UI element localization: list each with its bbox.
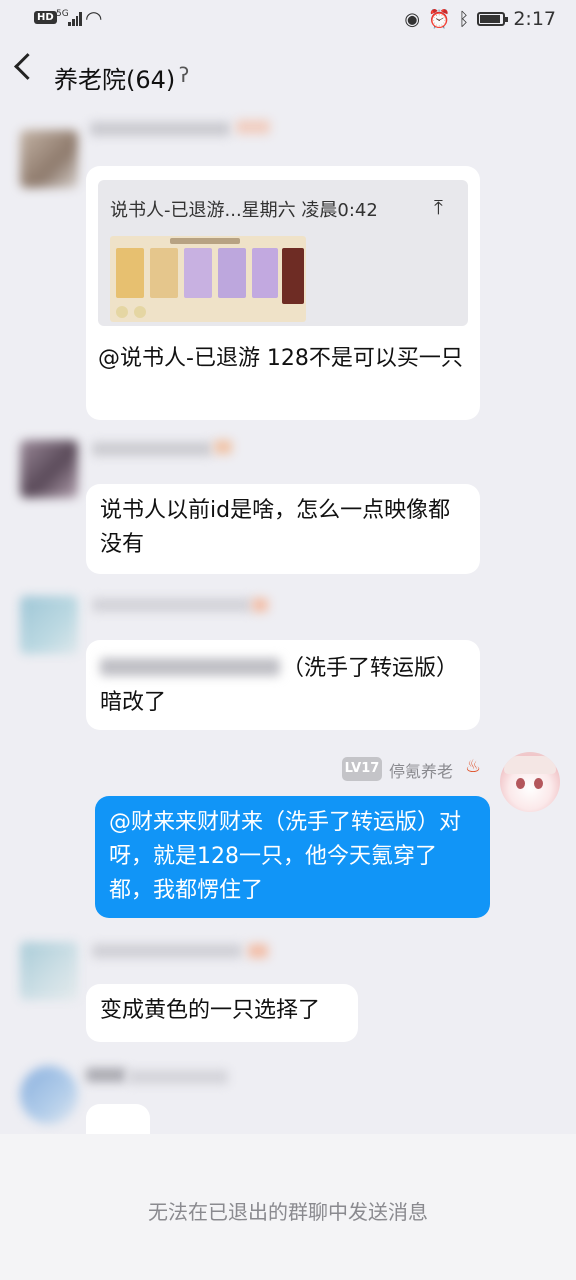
message-bubble[interactable]: 变成黄色的一只选择了 xyxy=(86,984,358,1042)
message-text: @说书人-已退游 128不是可以买一只 xyxy=(98,346,463,371)
avatar-eye xyxy=(534,778,543,789)
quoted-image[interactable] xyxy=(110,236,306,322)
eye-icon: ◉ xyxy=(404,8,421,30)
sender-badge xyxy=(214,440,232,454)
card-thumb xyxy=(184,248,212,298)
message-text-line2: 暗改了 xyxy=(100,690,167,715)
card-thumb xyxy=(282,248,304,304)
hd-badge: HD xyxy=(34,11,57,24)
coin-icon xyxy=(116,306,128,318)
arrow-up-icon[interactable]: ⤒ xyxy=(434,190,443,224)
sender-name xyxy=(92,442,212,456)
sender-badge xyxy=(236,120,270,134)
flame-icon: ♨ xyxy=(465,756,482,777)
sender-name xyxy=(90,122,230,136)
status-right: ◉ ⏰ ᛒ 2:17 xyxy=(404,8,556,30)
sender-badge xyxy=(248,944,268,958)
sender-name: 停氪养老 xyxy=(389,762,454,781)
avatar[interactable] xyxy=(20,130,78,188)
message-text: （洗手了转运版） xyxy=(282,656,459,681)
sender-badge xyxy=(86,1068,126,1082)
battery-icon xyxy=(477,12,509,26)
card-thumb xyxy=(116,248,144,298)
alarm-icon: ⏰ xyxy=(428,8,451,30)
message-text: 说书人以前id是啥，怎么一点映像都没有 xyxy=(100,498,451,557)
message-bubble-own[interactable]: @财来来财财来（洗手了转运版）对呀，就是128一只，他今天氪穿了都，我都愣住了 xyxy=(95,796,490,918)
quote-header: 说书人-已退游...星期六 凌晨0:42 xyxy=(110,200,378,221)
avatar-eye xyxy=(516,778,525,789)
message-text: 变成黄色的一只选择了 xyxy=(100,998,321,1023)
card-thumb xyxy=(218,248,246,298)
message-text: @财来来财财来（洗手了转运版）对呀，就是128一只，他今天氪穿了都，我都愣住了 xyxy=(109,810,462,903)
bluetooth-icon: ᛒ xyxy=(458,8,470,30)
sender-name xyxy=(92,944,242,958)
status-bar: HD 5G ◠ ◉ ⏰ ᛒ 2:17 xyxy=(0,0,576,38)
sender-badge xyxy=(252,598,268,612)
message-bubble[interactable]: （洗手了转运版） 暗改了 xyxy=(86,640,480,730)
avatar[interactable] xyxy=(20,1066,78,1124)
message-bubble[interactable]: 说书人以前id是啥，怎么一点映像都没有 xyxy=(86,484,480,574)
redacted-text xyxy=(100,658,280,676)
avatar[interactable] xyxy=(20,596,78,654)
sender-name xyxy=(92,598,252,612)
quoted-message[interactable]: 说书人-已退游...星期六 凌晨0:42 ⤒ xyxy=(98,180,468,326)
avatar[interactable] xyxy=(20,942,78,1000)
level-badge: LV17 xyxy=(342,757,382,781)
ear-icon[interactable]: ʔ xyxy=(179,63,189,87)
card-thumb xyxy=(252,248,278,298)
clock: 2:17 xyxy=(513,8,556,30)
chat-title[interactable]: 养老院(64) xyxy=(54,60,175,95)
sender-name xyxy=(128,1070,228,1084)
signal-icon xyxy=(68,10,82,26)
wifi-icon: ◠ xyxy=(85,6,103,30)
card-title-bar xyxy=(170,238,240,244)
coin-icon xyxy=(134,306,146,318)
network-type: 5G xyxy=(56,9,69,19)
avatar[interactable] xyxy=(20,440,78,498)
avatar[interactable] xyxy=(500,752,560,812)
message-bubble[interactable]: 说书人-已退游...星期六 凌晨0:42 ⤒ @说书人-已退游 128不是可以买… xyxy=(86,166,480,420)
card-thumb xyxy=(150,248,178,298)
disabled-notice: 无法在已退出的群聊中发送消息 xyxy=(148,1200,428,1224)
avatar-hair xyxy=(504,756,556,774)
